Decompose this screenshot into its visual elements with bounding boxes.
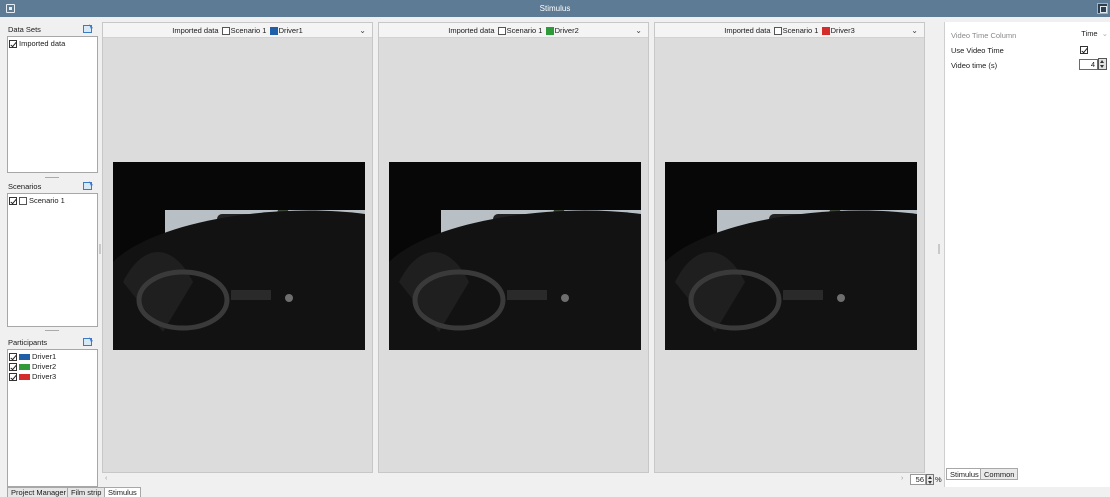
- tab-project-manager[interactable]: Project Manager: [7, 487, 71, 497]
- dashcam-video: [113, 162, 365, 350]
- edit-participants-icon[interactable]: [83, 336, 94, 346]
- video-pane-1: Imported data Scenario 1 Driver1 ⌄: [102, 22, 373, 473]
- video-time-input[interactable]: 4: [1079, 59, 1098, 70]
- datasets-list: Imported data: [7, 36, 98, 173]
- dashcam-video: [389, 162, 641, 350]
- list-item[interactable]: Driver3: [9, 372, 96, 382]
- list-item[interactable]: Imported data: [9, 39, 96, 49]
- tab-stimulus[interactable]: Stimulus: [946, 468, 983, 480]
- pane-scenario: Scenario 1: [506, 26, 543, 35]
- video-time-column-value: Time: [1081, 29, 1098, 38]
- right-splitter[interactable]: [938, 244, 940, 254]
- video-time-column-dropdown[interactable]: Time ⌄: [1081, 29, 1108, 38]
- participant-color-swatch: [19, 374, 30, 380]
- restore-window-icon[interactable]: [1097, 3, 1108, 14]
- participant-label: Driver2: [32, 362, 57, 371]
- participants-label: Participants: [8, 338, 48, 347]
- scenario-swatch: [19, 197, 27, 205]
- participant-label: Driver1: [32, 352, 57, 361]
- zoom-spinner[interactable]: [926, 474, 934, 485]
- tab-stimulus-bottom[interactable]: Stimulus: [104, 487, 141, 497]
- edit-scenarios-icon[interactable]: [83, 180, 94, 190]
- pane-header-selector[interactable]: Imported data Scenario 1 Driver2 ⌄: [379, 23, 648, 38]
- list-item[interactable]: Driver2: [9, 362, 96, 372]
- driver-swatch: [821, 26, 830, 35]
- scenario-swatch: [773, 26, 782, 35]
- properties-panel: Video Time Column Time ⌄ Use Video Time …: [944, 22, 1110, 487]
- participant-color-swatch: [19, 364, 30, 370]
- scenario-checkbox[interactable]: [9, 197, 17, 205]
- video-time-label: Video time (s): [951, 61, 998, 70]
- pane-header-selector[interactable]: Imported data Scenario 1 Driver3 ⌄: [655, 23, 924, 38]
- datasets-label: Data Sets: [8, 25, 41, 34]
- scenario-swatch: [221, 26, 230, 35]
- video-pane-2: Imported data Scenario 1 Driver2 ⌄: [378, 22, 649, 473]
- use-video-time-label: Use Video Time: [951, 46, 1004, 55]
- participants-header: Participants: [7, 335, 98, 349]
- zoom-value[interactable]: 56: [910, 474, 926, 485]
- pane-scenario: Scenario 1: [230, 26, 267, 35]
- participants-list: Driver1 Driver2 Driver3: [7, 349, 98, 487]
- chevron-down-icon[interactable]: ⌄: [359, 23, 366, 38]
- participant-color-swatch: [19, 354, 30, 360]
- scenario-label: Scenario 1: [29, 196, 65, 205]
- pane-driver: Driver3: [830, 26, 855, 35]
- pane-dataset: Imported data: [724, 26, 771, 35]
- list-item[interactable]: Driver1: [9, 352, 96, 362]
- splitter-grip[interactable]: [45, 177, 59, 178]
- scenarios-list: Scenario 1: [7, 193, 98, 327]
- window-title: Stimulus: [539, 4, 571, 13]
- video-time-spinner[interactable]: [1098, 58, 1107, 70]
- driver-swatch: [545, 26, 554, 35]
- participant-label: Driver3: [32, 372, 57, 381]
- edit-datasets-icon[interactable]: [83, 23, 94, 33]
- tab-film-strip[interactable]: Film strip: [67, 487, 106, 497]
- splitter-grip[interactable]: [45, 330, 59, 331]
- scroll-left-icon[interactable]: ‹: [105, 475, 107, 482]
- left-splitter[interactable]: [99, 244, 101, 254]
- scenarios-header: Scenarios: [7, 179, 98, 193]
- datasets-header: Data Sets: [7, 22, 98, 36]
- participant-checkbox[interactable]: [9, 373, 17, 381]
- use-video-time-checkbox[interactable]: [1080, 46, 1088, 54]
- app-window: Stimulus Data Sets Imported data Scenari…: [0, 0, 1110, 497]
- chevron-down-icon[interactable]: ⌄: [635, 23, 642, 38]
- participant-checkbox[interactable]: [9, 353, 17, 361]
- pane-header-selector[interactable]: Imported data Scenario 1 Driver1 ⌄: [103, 23, 372, 38]
- scroll-right-icon[interactable]: ›: [901, 475, 903, 482]
- participant-checkbox[interactable]: [9, 363, 17, 371]
- pane-driver: Driver2: [554, 26, 579, 35]
- dataset-label: Imported data: [19, 39, 66, 48]
- tab-common[interactable]: Common: [980, 468, 1019, 480]
- dashcam-video: [665, 162, 917, 350]
- title-bar: Stimulus: [0, 0, 1110, 17]
- video-time-column-label: Video Time Column: [951, 31, 1017, 40]
- zoom-unit: %: [935, 475, 942, 484]
- chevron-down-icon: ⌄: [1101, 29, 1108, 38]
- scenarios-label: Scenarios: [8, 182, 42, 191]
- scenario-swatch: [497, 26, 506, 35]
- pane-driver: Driver1: [278, 26, 303, 35]
- dataset-checkbox[interactable]: [9, 40, 17, 48]
- chevron-down-icon[interactable]: ⌄: [911, 23, 918, 38]
- video-pane-3: Imported data Scenario 1 Driver3 ⌄: [654, 22, 925, 473]
- driver-swatch: [269, 26, 278, 35]
- list-item[interactable]: Scenario 1: [9, 196, 96, 206]
- pane-scenario: Scenario 1: [782, 26, 819, 35]
- left-panel: Data Sets Imported data Scenarios Scenar…: [7, 22, 98, 487]
- pane-dataset: Imported data: [172, 26, 219, 35]
- pane-dataset: Imported data: [448, 26, 495, 35]
